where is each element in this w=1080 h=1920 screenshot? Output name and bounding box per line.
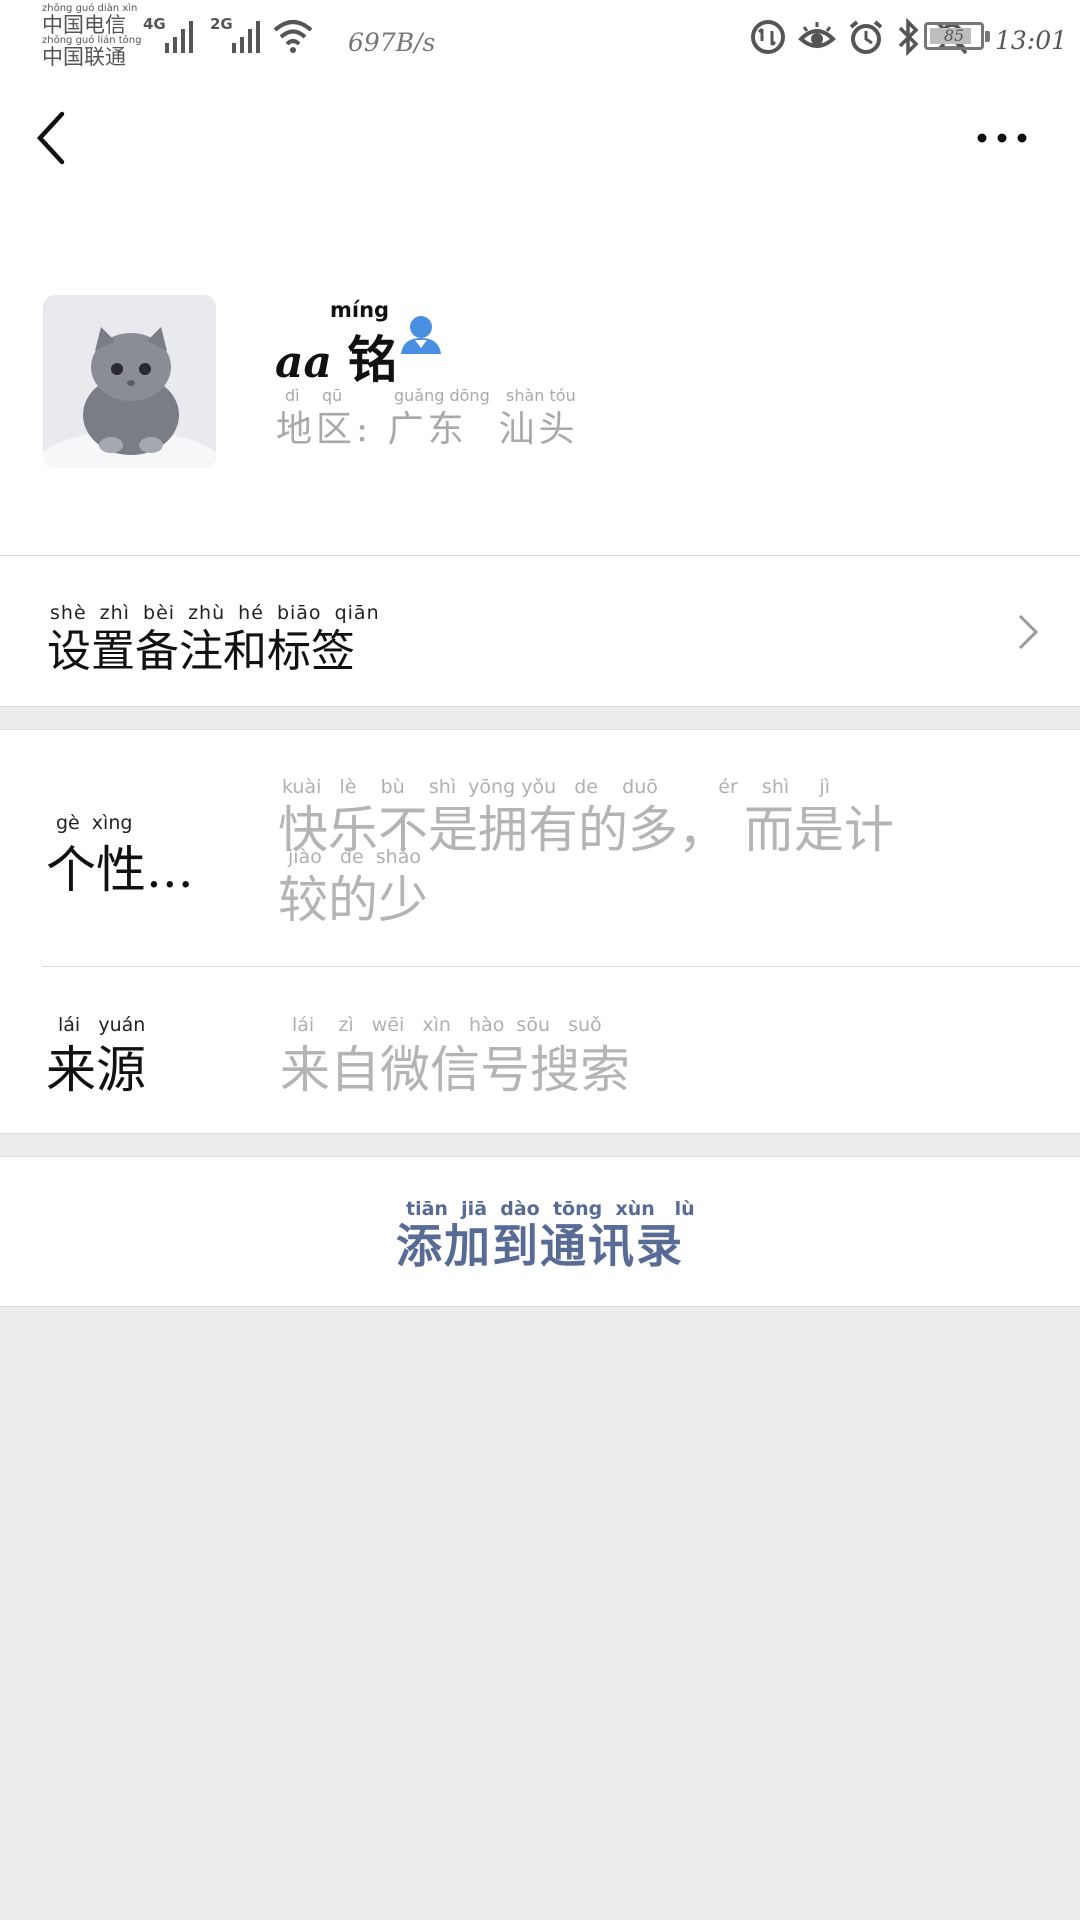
divider (0, 1133, 1080, 1134)
eye-comfort-icon (798, 22, 836, 48)
data-saver-icon (751, 20, 785, 54)
divider (0, 1306, 1080, 1307)
name-pinyin: míng (330, 298, 390, 322)
divider (0, 1156, 1080, 1157)
battery-level: 85 (943, 26, 965, 45)
region-label: 地区: (276, 409, 373, 450)
contact-person-icon (401, 316, 441, 354)
carrier-1: 中国电信 (42, 13, 126, 37)
bluetooth-icon (898, 18, 919, 56)
signal-bars-icon (165, 21, 193, 53)
remark-label: 设置备注和标签 (47, 626, 355, 677)
name-prefix: aa (275, 337, 333, 388)
carrier-2: 中国联通 (42, 45, 126, 69)
chevron-right-icon (1018, 614, 1039, 650)
profile-name: aa 铭 (275, 320, 397, 392)
more-dots-icon[interactable] (972, 118, 1032, 158)
divider (0, 729, 1080, 730)
region-info: 地区: 广东 汕头 (276, 400, 578, 452)
divider (0, 706, 1080, 707)
clock: 13:01 (995, 26, 1068, 55)
back-chevron-icon[interactable] (30, 108, 76, 168)
avatar[interactable] (43, 295, 216, 468)
source-value: 来自微信号搜索 (280, 1041, 630, 1099)
cat-photo-icon (43, 295, 216, 468)
add-to-contacts-label[interactable]: 添加到通讯录 (0, 1210, 1080, 1276)
signature-label: 个性... (46, 841, 194, 899)
status-bar: zhōng guó diàn xìn 中国电信 zhōng guó lián t… (0, 0, 1080, 80)
wifi-icon (273, 20, 313, 53)
divider (42, 966, 1080, 967)
signal-4g: 4G (143, 15, 203, 55)
battery-indicator: 85 (924, 22, 990, 50)
name-char: 铭 (347, 330, 398, 389)
signal-2g: 2G (210, 15, 270, 55)
region-value: 广东 汕头 (387, 409, 579, 450)
profile-header (0, 0, 1080, 555)
signature-value-line-2: 较的少 (278, 871, 428, 929)
carrier-names: zhōng guó diàn xìn 中国电信 zhōng guó lián t… (42, 4, 142, 69)
network-speed: 697B/s (348, 28, 436, 57)
source-label: 来源 (46, 1041, 146, 1099)
signal-bars-icon (232, 21, 260, 53)
alarm-icon (849, 20, 883, 54)
